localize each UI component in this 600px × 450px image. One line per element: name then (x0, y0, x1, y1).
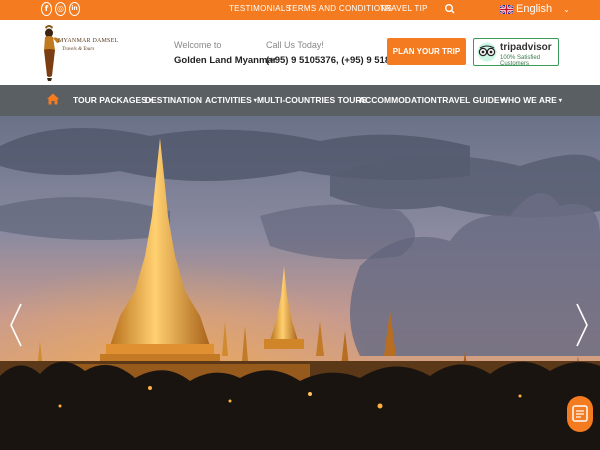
welcome-label: Welcome to (174, 40, 222, 50)
nav-accommodation[interactable]: ACCOMMODATION (359, 95, 437, 105)
linkedin-icon[interactable]: in (69, 2, 80, 16)
nav-multi-countries-tours[interactable]: MULTI-COUNTRIES TOURS (257, 95, 367, 105)
logo[interactable] (40, 24, 112, 82)
tripadvisor-subtitle: 100% Satisfied Customers (500, 55, 541, 67)
language-selector[interactable]: English ⌄ (500, 1, 570, 17)
logo-subtitle: Travels & Tours (62, 47, 95, 52)
chevron-right-icon[interactable] (574, 302, 590, 348)
tripadvisor-owl-icon (477, 42, 497, 62)
hero-image (0, 116, 600, 450)
instagram-icon[interactable]: ◎ (55, 2, 66, 16)
hero-slider (0, 116, 600, 450)
logo-title: MYANMAR DAMSEL (58, 38, 119, 44)
nav-activities[interactable]: ACTIVITIES ▾ (205, 95, 257, 105)
top-bar: f ◎ in TESTIMONIALS TERMS AND CONDITIONS… (0, 0, 600, 20)
uk-flag-icon (500, 4, 513, 14)
call-label: Call Us Today! (266, 40, 324, 50)
site-header: MYANMAR DAMSEL Travels & Tours Welcome t… (0, 20, 600, 85)
facebook-icon[interactable]: f (41, 2, 52, 16)
chevron-down-icon: ▾ (558, 98, 562, 104)
nav-destination[interactable]: DESTINATION (145, 95, 202, 105)
main-nav: TOUR PACKAGES ▾ DESTINATION ACTIVITIES ▾ M… (0, 85, 600, 116)
home-icon[interactable] (46, 92, 60, 106)
testimonials-link[interactable]: TESTIMONIALS (229, 4, 291, 13)
terms-link[interactable]: TERMS AND CONDITIONS (287, 4, 392, 13)
plan-your-trip-button[interactable]: PLAN YOUR TRIP (387, 38, 466, 65)
welcome-name: Golden Land Myanmar (174, 55, 277, 66)
nav-tour-packages[interactable]: TOUR PACKAGES ▾ (73, 95, 152, 105)
chevron-left-icon[interactable] (8, 302, 24, 348)
search-icon[interactable] (444, 2, 456, 16)
language-label: English (516, 3, 553, 15)
nav-travel-guide[interactable]: TRAVEL GUIDE ▾ (437, 95, 505, 105)
travel-tip-link[interactable]: TRAVEL TIP (380, 4, 428, 13)
tripadvisor-title: tripadvisor (500, 42, 552, 53)
chat-icon[interactable] (567, 396, 593, 432)
nav-who-we-are[interactable]: WHO WE ARE ▾ (500, 95, 562, 105)
tripadvisor-badge[interactable]: tripadvisor 100% Satisfied Customers (473, 38, 559, 67)
chevron-down-icon: ⌄ (563, 4, 570, 14)
